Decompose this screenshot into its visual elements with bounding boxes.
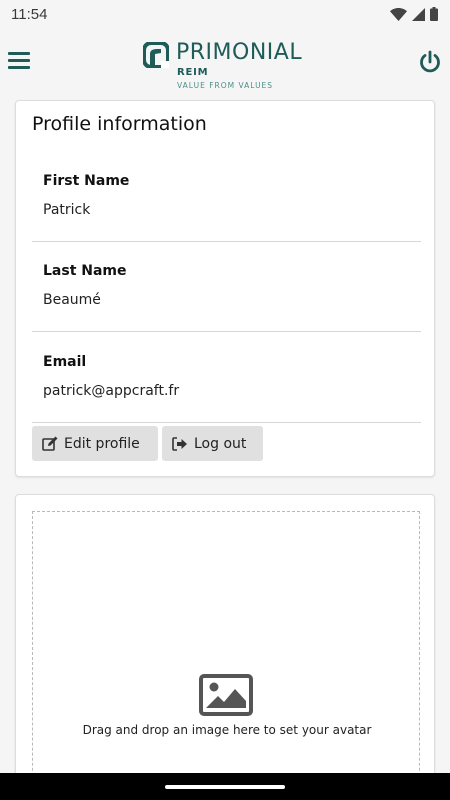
power-icon[interactable] xyxy=(418,50,442,74)
cell-signal-icon xyxy=(412,7,425,21)
edit-icon xyxy=(42,436,58,451)
system-navigation-bar xyxy=(0,773,450,800)
brand-sub: REIM xyxy=(177,67,209,78)
app-bar: PRIMONIAL REIM VALUE FROM VALUES xyxy=(0,28,450,94)
brand-name: PRIMONIAL xyxy=(176,40,303,65)
profile-title: Profile information xyxy=(32,113,207,135)
status-time: 11:54 xyxy=(11,5,48,23)
brand-tagline: VALUE FROM VALUES xyxy=(177,81,274,90)
logo-mark-icon xyxy=(143,42,169,68)
image-icon xyxy=(199,674,253,716)
last-name-label: Last Name xyxy=(43,263,127,279)
avatar-dropzone[interactable]: Drag and drop an image here to set your … xyxy=(32,511,420,800)
logout-label: Log out xyxy=(194,435,247,452)
email-field: Email patrick@appcraft.fr xyxy=(32,333,421,423)
first-name-label: First Name xyxy=(43,173,130,189)
status-icons xyxy=(390,7,438,21)
avatar-drop-text: Drag and drop an image here to set your … xyxy=(82,723,372,737)
profile-card: Profile information First Name Patrick L… xyxy=(15,100,435,477)
sign-out-icon xyxy=(172,436,187,451)
hamburger-menu-icon[interactable] xyxy=(8,52,30,70)
logout-button[interactable]: Log out xyxy=(162,426,263,461)
edit-profile-label: Edit profile xyxy=(64,435,140,452)
wifi-icon xyxy=(390,7,407,21)
first-name-value: Patrick xyxy=(43,202,91,218)
edit-profile-button[interactable]: Edit profile xyxy=(32,426,158,461)
email-label: Email xyxy=(43,354,87,370)
last-name-field: Last Name Beaumé xyxy=(32,242,421,332)
battery-icon xyxy=(430,7,438,21)
email-value: patrick@appcraft.fr xyxy=(43,383,180,399)
home-gesture-handle[interactable] xyxy=(165,785,285,789)
last-name-value: Beaumé xyxy=(43,292,101,308)
brand-logo: PRIMONIAL REIM VALUE FROM VALUES xyxy=(143,40,313,92)
status-bar: 11:54 xyxy=(0,0,450,28)
avatar-card: Drag and drop an image here to set your … xyxy=(15,494,435,800)
first-name-field: First Name Patrick xyxy=(32,152,421,242)
